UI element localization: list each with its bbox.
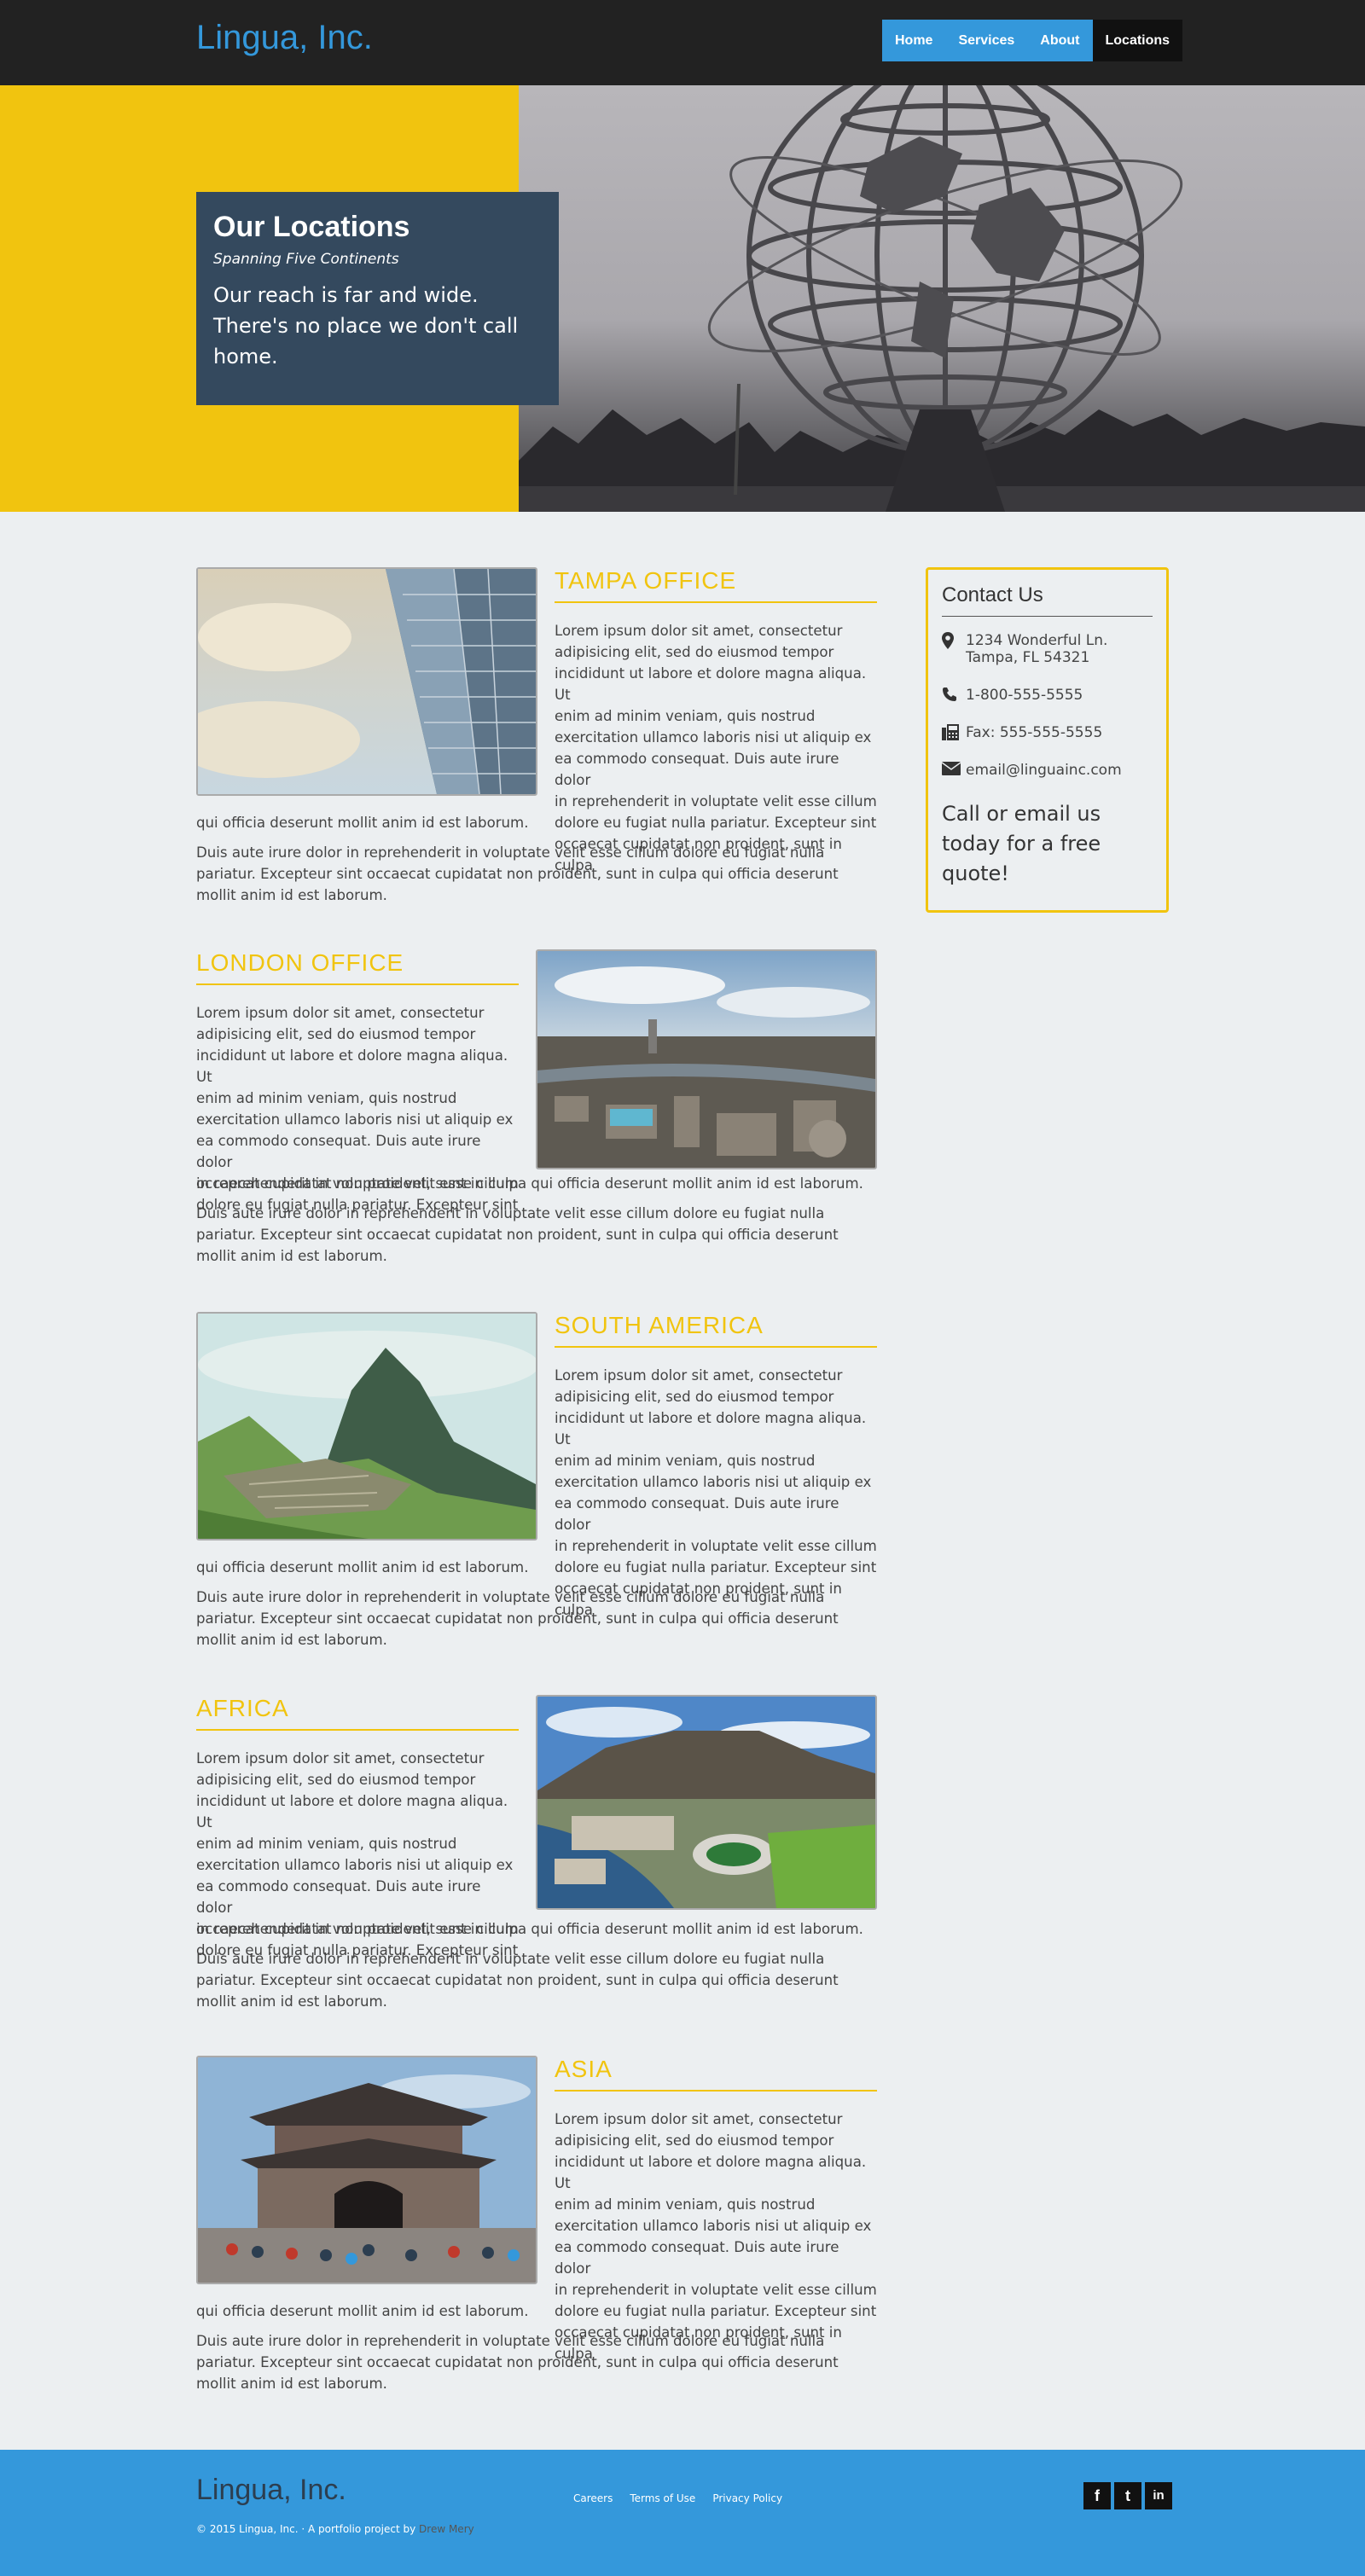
office-title: LONDON OFFICE [196, 949, 519, 985]
nav-locations[interactable]: Locations [1092, 20, 1183, 61]
email-address: email@linguainc.com [966, 762, 1122, 779]
office-description-2: Duis aute irure dolor in reprehenderit i… [196, 1951, 839, 2010]
office-description-tail: qui officia deserunt mollit anim id est … [196, 2303, 529, 2319]
nav-home[interactable]: Home [882, 20, 946, 61]
hero-title: Our Locations [213, 211, 410, 243]
office-title: TAMPA OFFICE [555, 567, 877, 603]
phone-icon [942, 687, 966, 702]
office-title: SOUTH AMERICA [555, 1312, 877, 1348]
contact-address: 1234 Wonderful Ln. Tampa, FL 54321 [942, 632, 1153, 666]
contact-fax: Fax: 555-555-5555 [942, 724, 1153, 741]
phone-number: 1-800-555-5555 [966, 687, 1083, 704]
nav-services[interactable]: Services [945, 20, 1028, 61]
office-description: Lorem ipsum dolor sit amet, consectetur a… [555, 1367, 877, 1618]
office-description-tail: qui officia deserunt mollit anim id est … [196, 1559, 529, 1575]
office-description-2: Duis aute irure dolor in reprehenderit i… [196, 2333, 839, 2392]
footer-link-privacy[interactable]: Privacy Policy [712, 2492, 782, 2504]
fax-icon [942, 724, 966, 741]
hero-globe-image [519, 85, 1365, 512]
address-line-2: Tampa, FL 54321 [966, 649, 1090, 666]
contact-call-to-action: Call or email us today for a free quote! [942, 802, 1101, 885]
map-marker-icon [942, 632, 966, 649]
brand-logo[interactable]: Lingua, Inc. [196, 19, 373, 57]
facebook-icon[interactable]: f [1083, 2482, 1111, 2509]
machu-picchu-image [196, 1312, 537, 1540]
office-description-tail: qui officia deserunt mollit anim id est … [196, 815, 529, 831]
office-description-2: Duis aute irure dolor in reprehenderit i… [196, 1589, 839, 1648]
hero-subtitle: Spanning Five Continents [213, 251, 399, 268]
office-description-tail: occaecat cupidatat non proident, sunt in… [196, 1175, 863, 1192]
office-description-2: Duis aute irure dolor in reprehenderit i… [196, 844, 839, 903]
contact-card: Contact Us 1234 Wonderful Ln. Tampa, FL … [926, 567, 1169, 913]
london-city-image [536, 949, 877, 1169]
tampa-building-image [196, 567, 537, 796]
fax-number: Fax: 555-555-5555 [966, 724, 1103, 741]
footer-copyright: © 2015 Lingua, Inc. · A portfolio projec… [196, 2523, 474, 2535]
hero-caption-box: Our Locations Spanning Five Continents O… [196, 192, 559, 405]
footer-link-careers[interactable]: Careers [573, 2492, 613, 2504]
nav-about[interactable]: About [1027, 20, 1093, 61]
main-nav: Home Services About Locations [882, 20, 1183, 61]
office-description-tail: occaecat cupidatat non proident, sunt in… [196, 1921, 863, 1937]
footer-link-terms[interactable]: Terms of Use [630, 2492, 695, 2504]
office-description: Lorem ipsum dolor sit amet, consectetur a… [555, 623, 877, 873]
hero-text: Our reach is far and wide. There's no pl… [213, 283, 519, 368]
footer: Lingua, Inc. © 2015 Lingua, Inc. · A por… [0, 2450, 1365, 2576]
office-description: Lorem ipsum dolor sit amet, consectetur a… [555, 2111, 877, 2362]
envelope-icon [942, 762, 966, 775]
linkedin-icon[interactable]: in [1145, 2482, 1172, 2509]
office-title: AFRICA [196, 1695, 519, 1731]
cape-town-image [536, 1695, 877, 1910]
contact-title: Contact Us [942, 583, 1153, 617]
footer-links: Careers Terms of Use Privacy Policy [573, 2492, 782, 2504]
top-navbar: Lingua, Inc. Home Services About Locatio… [0, 0, 1365, 85]
contact-email[interactable]: email@linguainc.com [942, 762, 1153, 779]
footer-social: f t in [1083, 2482, 1172, 2509]
twitter-icon[interactable]: t [1114, 2482, 1141, 2509]
address-line-1: 1234 Wonderful Ln. [966, 632, 1108, 649]
footer-author-link[interactable]: Drew Mery [419, 2523, 474, 2535]
hero-banner: Our Locations Spanning Five Continents O… [0, 85, 1365, 512]
contact-phone[interactable]: 1-800-555-5555 [942, 687, 1153, 704]
office-title: ASIA [555, 2056, 877, 2092]
office-description-2: Duis aute irure dolor in reprehenderit i… [196, 1205, 839, 1264]
footer-brand[interactable]: Lingua, Inc. [196, 2474, 346, 2507]
asia-temple-image [196, 2056, 537, 2284]
